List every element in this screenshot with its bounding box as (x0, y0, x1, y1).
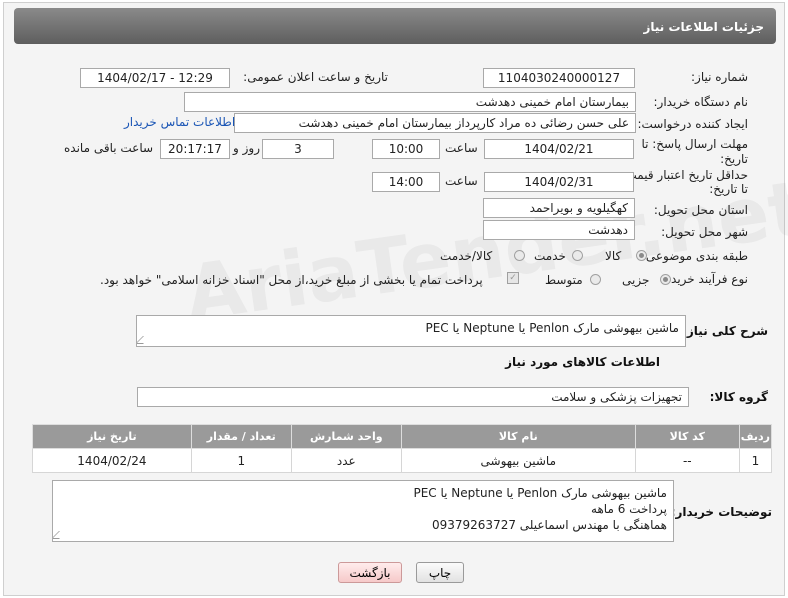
description-textarea[interactable]: ماشین بیهوشی مارک Penlon یا Neptune یا P… (136, 315, 686, 347)
cell-need-date: 1404/02/24 (32, 448, 192, 473)
validity-time-field: 14:00 (372, 172, 440, 192)
city-label: شهر محل تحویل: (661, 225, 748, 239)
treasury-note: پرداخت تمام یا بخشی از مبلغ خرید،از محل … (100, 273, 483, 287)
resize-grip-icon[interactable] (137, 336, 151, 344)
deadline-label-date: تاریخ: (720, 152, 748, 166)
buyer-org-label: نام دستگاه خریدار: (653, 95, 749, 109)
deadline-label: مهلت ارسال پاسخ: تا (641, 137, 748, 151)
buyer-contact-link[interactable]: اطلاعات تماس خریدار (124, 115, 235, 129)
cell-goods-name: ماشین بیهوشی (400, 448, 636, 473)
buyer-notes-line: هماهنگی با مهندس اسماعیلی 09379263727 (431, 518, 667, 532)
process-label: نوع فرآیند خرید : (663, 272, 748, 286)
col-header-quantity: تعداد / مقدار (190, 424, 292, 449)
city-field: دهدشت (483, 220, 635, 240)
description-text: ماشین بیهوشی مارک Penlon یا Neptune یا P… (425, 321, 679, 335)
process-option-medium: متوسط (545, 273, 583, 287)
category-option-goods: کالا (605, 249, 622, 263)
col-header-goods-name: نام کالا (400, 424, 636, 449)
goods-group-label: گروه کالا: (709, 390, 768, 404)
remaining-time-field: 20:17:17 (160, 139, 230, 159)
goods-group-field: تجهیزات پزشکی و سلامت (137, 387, 689, 407)
cell-row-number: 1 (738, 448, 773, 473)
col-header-unit: واحد شمارش (290, 424, 402, 449)
days-label: روز و (233, 141, 260, 155)
resize-grip-icon[interactable] (53, 531, 67, 539)
buyer-notes-label: توضیحات خریدار: (670, 505, 772, 519)
print-button[interactable]: چاپ (416, 562, 464, 583)
province-label: استان محل تحویل: (653, 203, 748, 217)
requester-label: ایجاد کننده درخواست: (637, 117, 748, 131)
validity-time-label: ساعت (445, 174, 478, 188)
province-field: کهگیلویه و بویراحمد (483, 198, 635, 218)
table-row[interactable]: 1 -- ماشین بیهوشی عدد 1 1404/02/24 (32, 448, 773, 473)
cell-goods-code: -- (634, 448, 740, 473)
col-header-goods-code: کد کالا (634, 424, 740, 449)
deadline-date-field: 1404/02/21 (484, 139, 634, 159)
days-field: 3 (262, 139, 334, 159)
buyer-notes-textarea[interactable]: ماشین بیهوشی مارک Penlon یا Neptune یا P… (52, 480, 674, 542)
deadline-time-label: ساعت (445, 141, 478, 155)
validity-label-date: تا تاریخ: (709, 182, 748, 196)
announce-field: 1404/02/17 - 12:29 (80, 68, 230, 88)
category-label: طبقه بندی موضوعی: (641, 249, 748, 263)
category-radio-service[interactable] (572, 250, 583, 261)
treasury-checkbox[interactable]: ✓ (507, 272, 519, 284)
buyer-org-field: بیمارستان امام خمینی دهدشت (184, 92, 636, 112)
cell-unit: عدد (290, 448, 402, 473)
category-option-service: خدمت (534, 249, 566, 263)
goods-section-title: اطلاعات کالاهای مورد نیاز (505, 355, 660, 369)
description-label: شرح کلی نیاز: (682, 324, 768, 338)
category-radio-goods[interactable] (636, 250, 647, 261)
buyer-notes-line: پرداخت 6 ماهه (591, 502, 667, 516)
validity-date-field: 1404/02/31 (484, 172, 634, 192)
page-title: جزئیات اطلاعات نیاز (14, 8, 776, 44)
table-header-row: ردیف کد کالا نام کالا واحد شمارش تعداد /… (32, 424, 773, 449)
process-option-minor: جزیی (622, 273, 650, 287)
col-header-row-number: ردیف (738, 424, 773, 449)
category-radio-goods-service[interactable] (514, 250, 525, 261)
deadline-time-field: 10:00 (372, 139, 440, 159)
col-header-need-date: تاریخ نیاز (32, 424, 192, 449)
cell-quantity: 1 (190, 448, 292, 473)
validity-label: حداقل تاریخ اعتبار قیمت: (621, 168, 748, 182)
announce-label: تاریخ و ساعت اعلان عمومی: (243, 70, 388, 84)
category-option-goods-service: کالا/خدمت (440, 249, 493, 263)
need-number-field: 1104030240000127 (483, 68, 635, 88)
buyer-notes-line: ماشین بیهوشی مارک Penlon یا Neptune یا P… (413, 486, 667, 500)
requester-field: علی حسن رضائی ده مراد کارپرداز بیمارستان… (234, 113, 636, 133)
items-table: ردیف کد کالا نام کالا واحد شمارش تعداد /… (32, 424, 773, 473)
remaining-label: ساعت باقی مانده (64, 141, 154, 155)
need-number-label: شماره نیاز: (691, 70, 748, 84)
process-radio-medium[interactable] (590, 274, 601, 285)
process-radio-minor[interactable] (660, 274, 671, 285)
back-button[interactable]: بازگشت (338, 562, 402, 583)
